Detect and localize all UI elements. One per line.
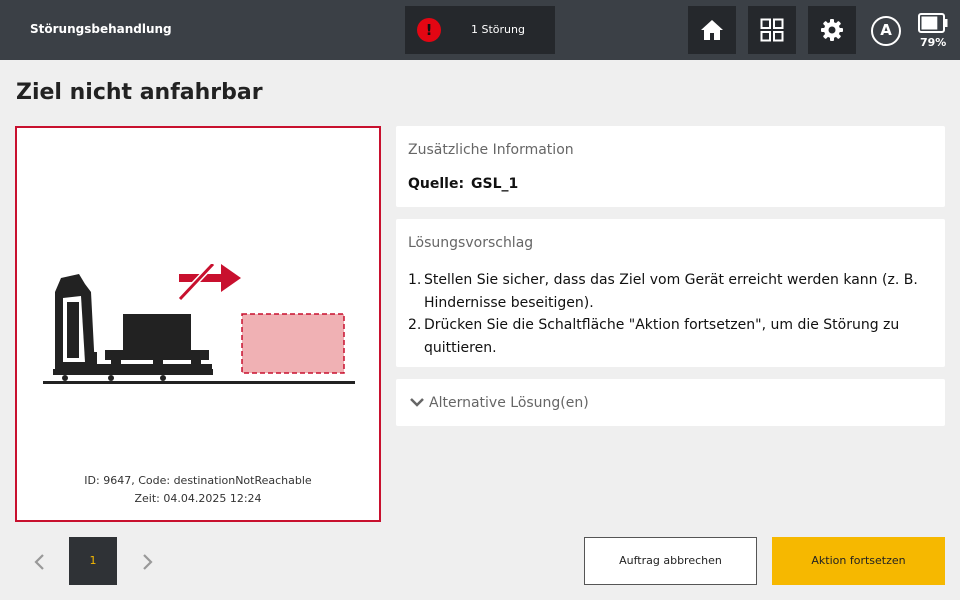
- chevron-left-icon[interactable]: [30, 552, 50, 572]
- home-button[interactable]: [688, 6, 736, 54]
- continue-action-button[interactable]: Aktion fortsetzen: [772, 537, 945, 585]
- error-time: Zeit: 04.04.2025 12:24: [134, 492, 262, 505]
- destination-not-reachable-illustration: [43, 264, 355, 384]
- source-value: GSL_1: [471, 176, 519, 192]
- menu-grid-button[interactable]: [748, 6, 796, 54]
- solution-card: Lösungsvorschlag 1. Stellen Sie sicher, …: [396, 219, 945, 367]
- battery-percent: 79%: [920, 36, 947, 49]
- solution-step: 1. Stellen Sie sicher, dass das Ziel vom…: [408, 272, 918, 311]
- settings-button[interactable]: [808, 6, 856, 54]
- source-label: Quelle:: [408, 176, 465, 192]
- error-illustration-panel: ID: 9647, Code: destinationNotReachable …: [15, 126, 381, 522]
- page-title: Ziel nicht anfahrbar: [16, 80, 263, 105]
- chevron-down-icon: [410, 398, 424, 407]
- auto-mode-icon[interactable]: A: [871, 16, 901, 46]
- solution-step: 2. Drücken Sie die Schaltfläche "Aktion …: [408, 317, 900, 356]
- top-bar: Störungsbehandlung ! 1 Störung A 79%: [0, 0, 960, 60]
- solution-steps: 1. Stellen Sie sicher, dass das Ziel vom…: [408, 269, 928, 359]
- additional-info-card: Zusätzliche Information Quelle: GSL_1: [396, 126, 945, 207]
- solution-title: Lösungsvorschlag: [408, 235, 534, 251]
- gear-icon: [821, 19, 843, 41]
- alert-icon: !: [417, 18, 441, 42]
- cancel-order-button[interactable]: Auftrag abbrechen: [584, 537, 757, 585]
- chevron-right-icon[interactable]: [137, 552, 157, 572]
- battery-icon: [918, 13, 948, 33]
- fault-count-label: 1 Störung: [471, 23, 525, 36]
- alternative-solutions-label: Alternative Lösung(en): [429, 395, 589, 411]
- grid-icon: [760, 18, 784, 42]
- page-number-current[interactable]: 1: [69, 537, 117, 585]
- home-icon: [701, 20, 723, 40]
- additional-info-title: Zusätzliche Information: [408, 142, 574, 158]
- app-title: Störungsbehandlung: [30, 22, 172, 36]
- error-id-code: ID: 9647, Code: destinationNotReachable: [84, 474, 312, 487]
- alternative-solutions-toggle[interactable]: Alternative Lösung(en): [396, 379, 945, 426]
- fault-indicator-button[interactable]: ! 1 Störung: [405, 6, 555, 54]
